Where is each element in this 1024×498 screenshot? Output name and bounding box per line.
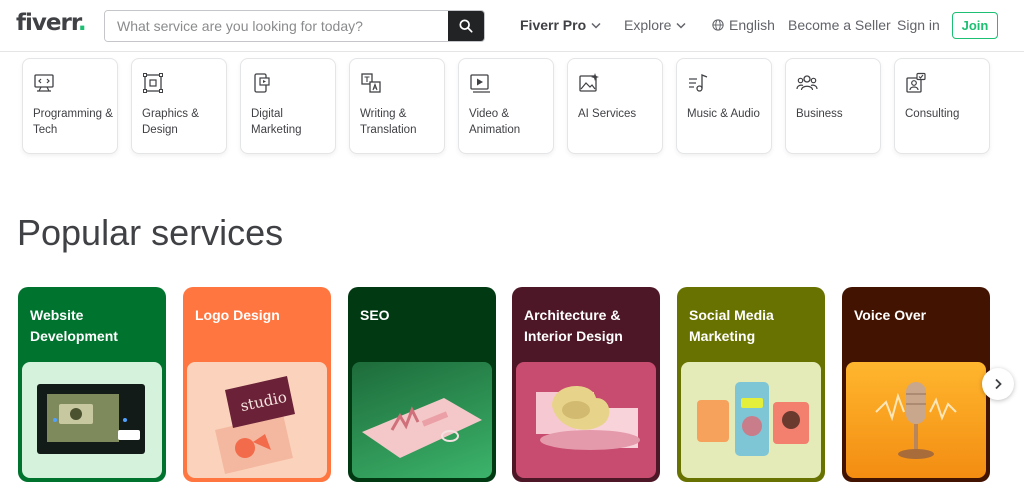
service-card-seo[interactable]: SEO (348, 287, 496, 482)
nav-fiverr-pro[interactable]: Fiverr Pro (520, 17, 601, 33)
category-label: AI Services (578, 108, 637, 120)
category-music-audio[interactable]: Music & Audio (676, 58, 772, 154)
category-label: Graphics & Design (142, 108, 199, 136)
nav-explore-label: Explore (624, 17, 672, 33)
search-input[interactable] (105, 11, 449, 41)
consulting-icon (906, 72, 926, 93)
popular-services-heading: Popular services (17, 212, 284, 253)
card-title: Architecture & Interior Design (524, 307, 623, 344)
category-business[interactable]: Business (785, 58, 881, 154)
category-label: Video & Animation (469, 108, 521, 136)
search-icon (459, 19, 473, 33)
phone-chart-icon (254, 73, 270, 93)
translation-icon (361, 73, 381, 93)
category-video-animation[interactable]: Video & Animation (458, 58, 554, 154)
music-note-icon (689, 74, 708, 92)
join-button[interactable]: Join (952, 12, 998, 39)
microphone-image (846, 362, 986, 478)
category-writing-translation[interactable]: Writing & Translation (349, 58, 445, 154)
social-phone-image (681, 362, 821, 478)
nav-fiverr-pro-label: Fiverr Pro (520, 17, 587, 33)
category-programming-tech[interactable]: Programming & Tech (22, 58, 118, 154)
carousel-next-button[interactable] (982, 368, 1014, 400)
category-digital-marketing[interactable]: Digital Marketing (240, 58, 336, 154)
nav-explore[interactable]: Explore (624, 17, 686, 33)
furniture-image (516, 362, 656, 478)
card-title: SEO (360, 307, 390, 323)
category-label: Digital Marketing (251, 108, 302, 136)
card-title: Logo Design (195, 307, 280, 323)
video-play-icon (470, 74, 490, 93)
nav-become-seller[interactable]: Become a Seller (788, 17, 891, 33)
website-mockup-image (22, 362, 162, 478)
card-title: Website Development (30, 307, 118, 344)
vector-frame-icon (143, 73, 163, 93)
ai-image-icon (579, 73, 599, 92)
people-icon (796, 75, 818, 91)
nav-language[interactable]: English (712, 17, 775, 33)
service-card-voice-over[interactable]: Voice Over (842, 287, 990, 482)
monitor-code-icon (34, 74, 54, 92)
chevron-right-icon (995, 378, 1002, 390)
category-ai-services[interactable]: AI Services (567, 58, 663, 154)
category-label: Writing & Translation (360, 108, 417, 136)
category-label: Consulting (905, 108, 960, 120)
service-card-social-media[interactable]: Social Media Marketing (677, 287, 825, 482)
search-button[interactable] (448, 11, 484, 41)
fiverr-logo[interactable]: fiverr. (16, 10, 87, 36)
category-graphics-design[interactable]: Graphics & Design (131, 58, 227, 154)
search-bar (104, 10, 485, 42)
category-label: Programming & Tech (33, 108, 113, 136)
nav-language-label: English (729, 17, 775, 33)
service-card-website-development[interactable]: Website Development (18, 287, 166, 482)
category-consulting[interactable]: Consulting (894, 58, 990, 154)
business-card-image: studio (187, 362, 327, 478)
globe-icon (712, 19, 724, 31)
card-title: Voice Over (854, 307, 927, 323)
category-label: Business (796, 108, 843, 120)
chevron-down-icon (591, 22, 601, 29)
service-card-architecture-interior[interactable]: Architecture & Interior Design (512, 287, 660, 482)
card-title: Social Media Marketing (689, 307, 774, 344)
nav-sign-in[interactable]: Sign in (897, 17, 940, 33)
top-header: fiverr. Fiverr Pro Explore English Becom… (0, 0, 1024, 52)
category-label: Music & Audio (687, 108, 760, 120)
service-card-logo-design[interactable]: Logo Design studio (183, 287, 331, 482)
chevron-down-icon (676, 22, 686, 29)
seo-chart-image (352, 362, 492, 478)
